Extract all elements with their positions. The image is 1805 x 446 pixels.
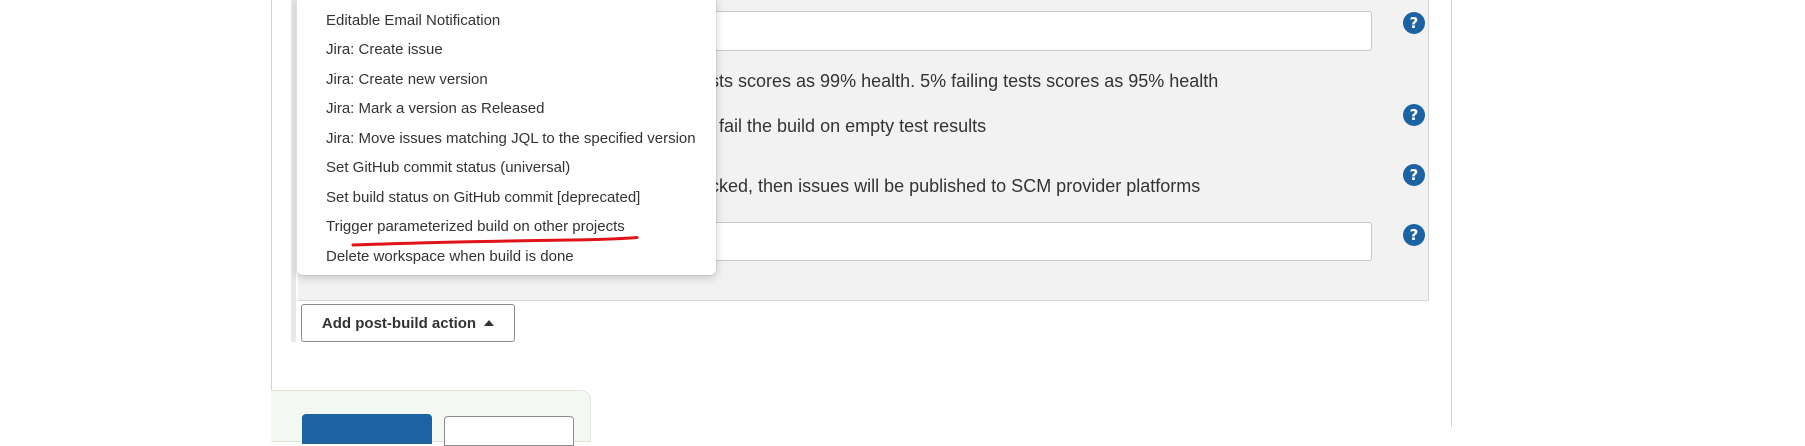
add-post-build-action-label: Add post-build action bbox=[321, 314, 477, 332]
save-button[interactable] bbox=[302, 414, 432, 444]
help-icon[interactable]: ? bbox=[1403, 104, 1425, 126]
help-icon[interactable]: ? bbox=[1403, 12, 1425, 34]
caret-up-icon bbox=[484, 320, 495, 326]
help-icon[interactable]: ? bbox=[1403, 164, 1425, 186]
menu-item-trigger-parameterized-build[interactable]: Trigger parameterized build on other pro… bbox=[326, 218, 625, 235]
empty-results-checkbox-label: fail the build on empty test results bbox=[719, 116, 987, 136]
menu-item-jira-create-issue[interactable]: Jira: Create issue bbox=[326, 41, 443, 58]
menu-item-set-github-commit-status[interactable]: Set GitHub commit status (universal) bbox=[326, 159, 570, 176]
post-build-action-dropdown: Editable Email Notification Jira: Create… bbox=[297, 0, 716, 275]
menu-item-jira-mark-version-released[interactable]: Jira: Mark a version as Released bbox=[326, 100, 544, 117]
config-text-input-2[interactable] bbox=[700, 222, 1372, 261]
menu-item-set-build-status-github-deprecated[interactable]: Set build status on GitHub commit [depre… bbox=[326, 189, 640, 206]
config-text-input-1[interactable] bbox=[700, 11, 1372, 51]
health-scale-description: ests scores as 99% health. 5% failing te… bbox=[700, 71, 1219, 91]
add-post-build-action-button[interactable]: Add post-build action bbox=[301, 304, 515, 342]
menu-item-delete-workspace[interactable]: Delete workspace when build is done bbox=[326, 248, 574, 265]
apply-button[interactable] bbox=[444, 416, 574, 446]
menu-item-jira-create-new-version[interactable]: Jira: Create new version bbox=[326, 71, 488, 88]
menu-item-jira-move-issues-jql[interactable]: Jira: Move issues matching JQL to the sp… bbox=[326, 130, 696, 147]
red-underline-annotation bbox=[351, 236, 639, 247]
help-icon[interactable]: ? bbox=[1403, 224, 1425, 246]
scm-publish-description: ecked, then issues will be published to … bbox=[700, 176, 1201, 196]
section-rail bbox=[291, 0, 296, 342]
menu-item-editable-email-notification[interactable]: Editable Email Notification bbox=[326, 12, 500, 29]
